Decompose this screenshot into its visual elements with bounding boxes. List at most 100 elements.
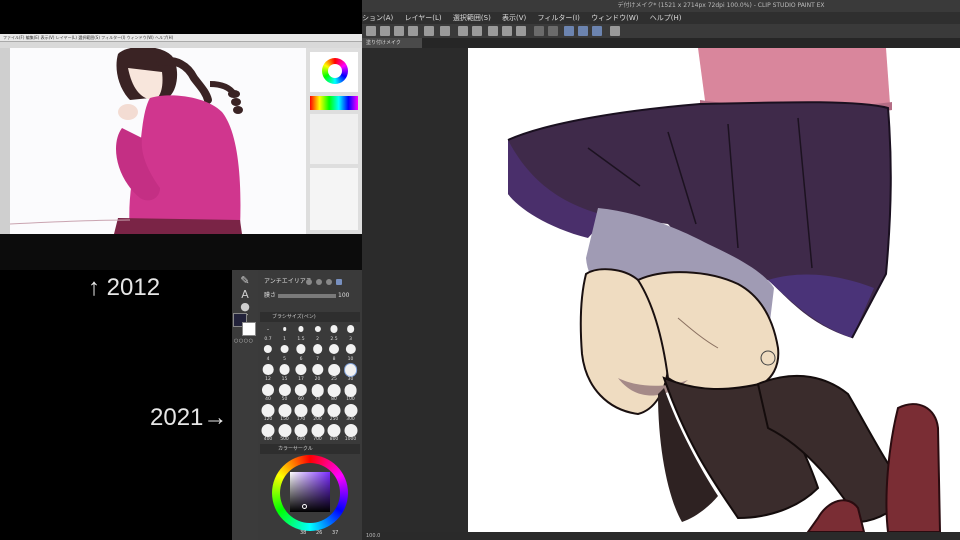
- grid-snap-icon[interactable]: [592, 26, 602, 36]
- brush-size-label: 3: [349, 337, 352, 342]
- brush-size-item[interactable]: 200: [310, 403, 326, 422]
- menu-layer[interactable]: レイヤー(L): [405, 12, 442, 24]
- reference-icon[interactable]: [610, 26, 620, 36]
- undo-icon[interactable]: [458, 26, 468, 36]
- brush-size-item[interactable]: 1.5: [293, 323, 309, 342]
- brush-size-item[interactable]: 17: [293, 363, 309, 382]
- antialias-none[interactable]: [306, 279, 312, 285]
- print-icon[interactable]: [440, 26, 450, 36]
- brush-size-label: 17: [298, 377, 304, 382]
- brush-size-item[interactable]: 40: [260, 383, 276, 402]
- color-value-v: 37: [331, 530, 339, 536]
- save-icon[interactable]: [394, 26, 404, 36]
- brush-size-item[interactable]: 6: [293, 343, 309, 362]
- redo-icon[interactable]: [472, 26, 482, 36]
- brush-size-label: 50: [281, 397, 288, 402]
- brush-size-item[interactable]: 100: [343, 383, 359, 402]
- menu-icon[interactable]: [366, 26, 376, 36]
- cloud-icon[interactable]: [424, 26, 434, 36]
- brush-size-label: 1: [283, 337, 286, 342]
- brush-size-item[interactable]: 30: [343, 363, 359, 382]
- transparent-color-icon[interactable]: ○○○○: [234, 338, 253, 344]
- brush-size-item[interactable]: 80: [326, 383, 342, 402]
- brush-size-item[interactable]: 20: [310, 363, 326, 382]
- brush-size-item[interactable]: 700: [310, 423, 326, 442]
- brush-size-item[interactable]: 2.5: [326, 323, 342, 342]
- old-layer-panel: [310, 168, 358, 230]
- brush-size-label: 300: [346, 417, 355, 422]
- brush-size-item[interactable]: 60: [293, 383, 309, 402]
- color-picker-handle[interactable]: [302, 504, 307, 509]
- fill-icon[interactable]: [502, 26, 512, 36]
- thickness-value[interactable]: 100: [338, 291, 349, 301]
- brush-size-item[interactable]: 120: [260, 403, 276, 422]
- brush-size-item[interactable]: 300: [343, 403, 359, 422]
- brush-size-item[interactable]: 170: [293, 403, 309, 422]
- old-canvas: [10, 48, 306, 234]
- brush-size-item[interactable]: 0.7: [260, 323, 276, 342]
- brush-size-item[interactable]: 4: [260, 343, 276, 362]
- brush-size-dot: [330, 325, 338, 333]
- brush-size-label: 600: [296, 437, 306, 442]
- zoom-value[interactable]: 100.0: [366, 533, 380, 539]
- antialias-medium[interactable]: [326, 279, 332, 285]
- brush-size-label: 120: [263, 417, 273, 422]
- brush-size-item[interactable]: 3: [343, 323, 359, 342]
- brush-size-item[interactable]: 12: [260, 363, 276, 382]
- brush-size-item[interactable]: 1000: [343, 423, 359, 442]
- pen-snap-icon[interactable]: [564, 26, 574, 36]
- thickness-slider[interactable]: [278, 294, 336, 298]
- brush-size-dot: [327, 404, 341, 417]
- tab-document[interactable]: 塗り付けメイク: [362, 38, 422, 48]
- brush-size-item[interactable]: 400: [260, 423, 276, 442]
- old-tool-strip: [0, 48, 10, 234]
- brush-size-label: 400: [263, 437, 273, 442]
- brush-size-item[interactable]: 25: [326, 363, 342, 382]
- export-icon[interactable]: [408, 26, 418, 36]
- brush-size-item[interactable]: 150: [277, 403, 293, 422]
- menu-help[interactable]: ヘルプ(H): [650, 12, 682, 24]
- brush-size-item[interactable]: 5: [277, 343, 293, 362]
- antialias-weak[interactable]: [316, 279, 322, 285]
- brush-size-item[interactable]: 600: [293, 423, 309, 442]
- menu-window[interactable]: ウィンドウ(W): [591, 12, 638, 24]
- brush-size-item[interactable]: 500: [277, 423, 293, 442]
- brush-size-item[interactable]: 50: [277, 383, 293, 402]
- menu-view[interactable]: 表示(V): [502, 12, 526, 24]
- brush-size-item[interactable]: 7: [310, 343, 326, 362]
- brush-size-label: 10: [347, 357, 354, 362]
- brush-size-item[interactable]: 10: [343, 343, 359, 362]
- brush-size-label: 0.7: [264, 337, 272, 342]
- brush-size-item[interactable]: 800: [326, 423, 342, 442]
- old-bottom-bar: [0, 234, 362, 270]
- brush-size-item[interactable]: 1: [277, 323, 293, 342]
- color-value-h: 38: [300, 530, 307, 536]
- pen-tool-icon[interactable]: ✎: [237, 274, 253, 288]
- year-label-2021: 2021→: [150, 404, 228, 431]
- deselect-icon[interactable]: [534, 26, 544, 36]
- ruler-snap-icon[interactable]: [578, 26, 588, 36]
- brush-size-dot: [314, 325, 321, 333]
- saturation-value-square[interactable]: [290, 472, 330, 512]
- menu-selection[interactable]: 選択範囲(S): [453, 12, 491, 24]
- brush-size-item[interactable]: 15: [277, 363, 293, 382]
- transform-icon[interactable]: [516, 26, 526, 36]
- new-file-icon[interactable]: [380, 26, 390, 36]
- brush-size-item[interactable]: 8: [326, 343, 342, 362]
- canvas[interactable]: [468, 48, 960, 532]
- brush-size-dot: [267, 328, 269, 330]
- color-values: 38 26 37: [300, 530, 338, 536]
- brush-size-label: 100: [346, 397, 355, 402]
- brush-size-item[interactable]: 70: [310, 383, 326, 402]
- invert-selection-icon[interactable]: [548, 26, 558, 36]
- brush-size-dot: [294, 424, 308, 437]
- menu-filter[interactable]: フィルター(I): [538, 12, 580, 24]
- antialias-strong[interactable]: [336, 279, 342, 285]
- delete-icon[interactable]: [488, 26, 498, 36]
- brush-size-label: 30: [347, 377, 354, 382]
- brush-size-label: 8: [332, 357, 336, 362]
- menu-animation[interactable]: ション(A): [362, 12, 393, 24]
- brush-size-item[interactable]: 2: [310, 323, 326, 342]
- sub-color-swatch[interactable]: [242, 322, 256, 336]
- brush-size-item[interactable]: 250: [326, 403, 342, 422]
